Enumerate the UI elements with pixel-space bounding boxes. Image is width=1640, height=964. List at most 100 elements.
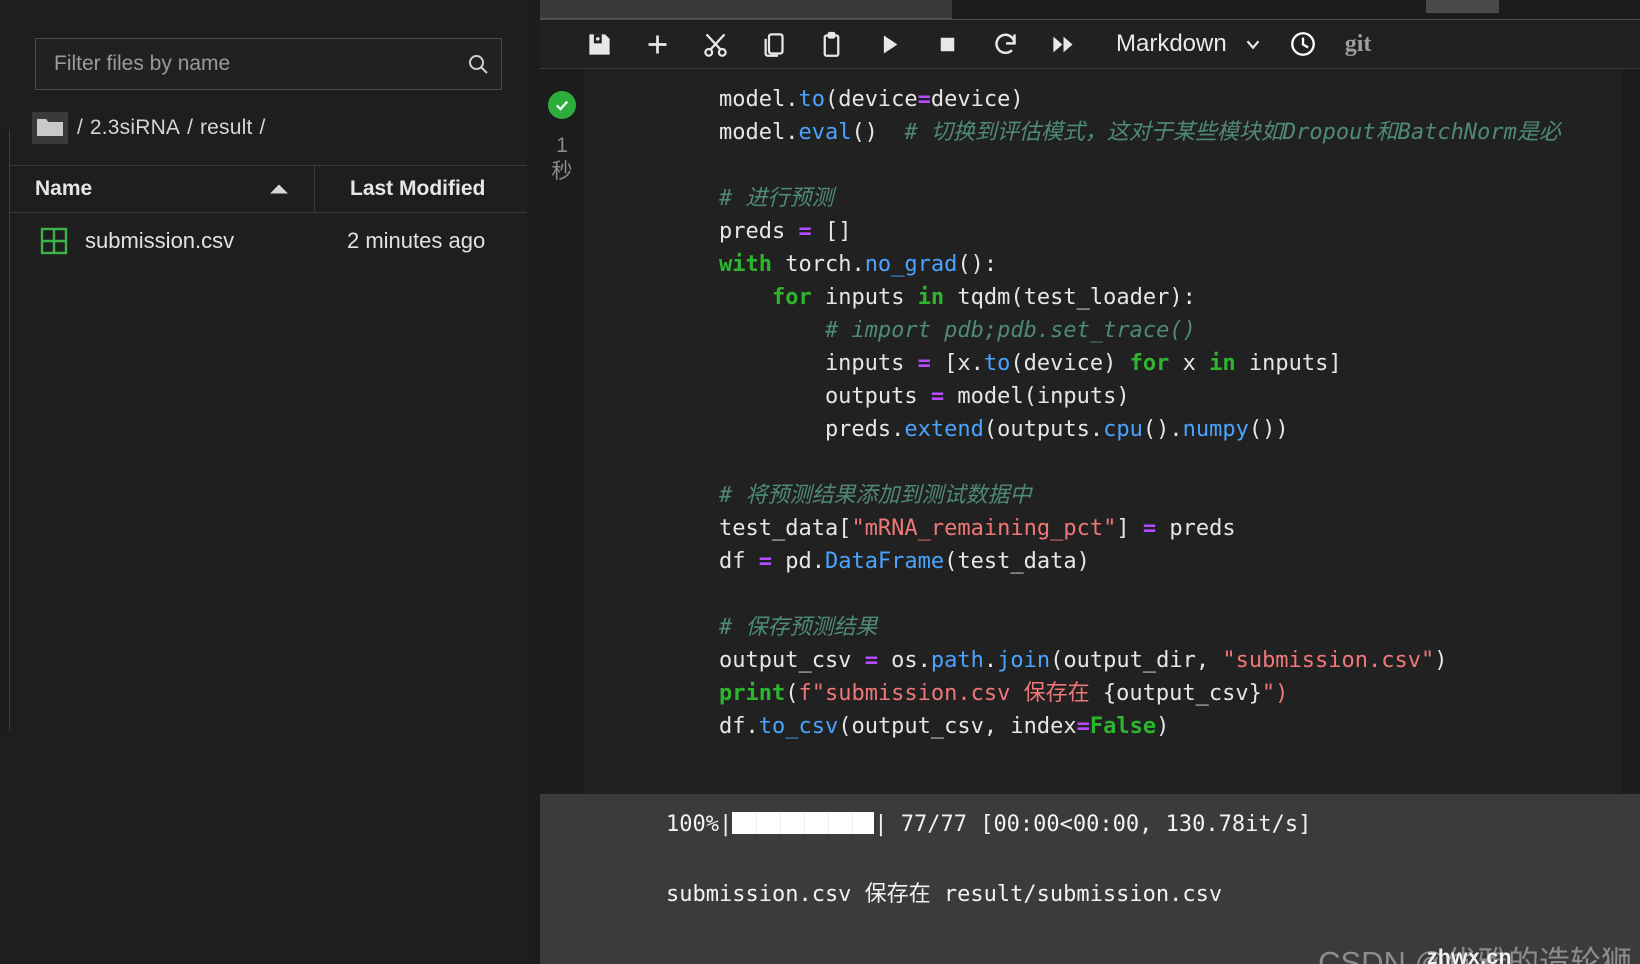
code-token: =: [1142, 516, 1157, 541]
code-token: (): [851, 120, 905, 145]
column-header-last-modified[interactable]: Last Modified: [315, 166, 527, 212]
code-token: {output_csv}: [1089, 681, 1262, 706]
code-token: preds: [666, 219, 799, 244]
file-modified-label: 2 minutes ago: [347, 228, 486, 253]
progress-suffix: | 77/77 [00:00<00:00, 130.78it/s]: [874, 812, 1312, 837]
code-token: join: [997, 648, 1051, 673]
code-token: to: [983, 351, 1011, 376]
chevron-down-icon[interactable]: [1231, 20, 1275, 69]
code-cell: 1 秒 model.to(device=device) model.eval()…: [540, 69, 1640, 794]
tab-fragment-left[interactable]: [540, 0, 952, 19]
code-token: (output_csv, index: [838, 714, 1077, 739]
add-cell-icon[interactable]: [628, 20, 686, 69]
git-label[interactable]: git: [1331, 20, 1372, 69]
code-token: []: [811, 219, 852, 244]
code-token: =: [864, 648, 878, 673]
clock-icon[interactable]: [1275, 20, 1331, 69]
breadcrumb-sep-0: /: [77, 116, 83, 139]
restart-icon[interactable]: [976, 20, 1034, 69]
cell-output: 100%| | 77/77 [00:00<00:00, 130.78it/s] s…: [540, 794, 1640, 964]
code-token: "mRNA_remaining_pct": [851, 516, 1117, 541]
breadcrumb-segment-0[interactable]: 2.3siRNA: [90, 116, 180, 140]
code-token: ]: [1116, 516, 1143, 541]
notebook-toolbar: Markdown git: [540, 20, 1640, 69]
code-token: ().: [1142, 417, 1183, 442]
code-token: =: [917, 351, 931, 376]
code-token: DataFrame: [824, 549, 945, 574]
code-token: inputs: [666, 351, 918, 376]
filter-files-input[interactable]: [36, 52, 455, 76]
stop-icon[interactable]: [918, 20, 976, 69]
app-root: ▾ / 2.3siRNA / result / Name: [0, 0, 1640, 964]
cut-icon[interactable]: [686, 20, 744, 69]
search-icon[interactable]: [455, 52, 501, 76]
progress-output-line: 100%| | 77/77 [00:00<00:00, 130.78it/s]: [540, 808, 1311, 842]
file-browser-sidebar: / 2.3siRNA / result / Name Last Modified: [0, 0, 527, 964]
code-token: tqdm(test_loader):: [944, 285, 1196, 310]
caret-up-icon[interactable]: [270, 184, 288, 194]
code-token: os.: [877, 648, 931, 673]
cell-execution-time-unit: 秒: [551, 160, 573, 184]
csv-file-icon: [40, 227, 68, 255]
cell-gutter: 1 秒: [540, 69, 584, 794]
code-token: df: [666, 549, 759, 574]
column-header-last-modified-label: Last Modified: [350, 177, 486, 200]
progress-prefix: 100%|: [666, 812, 733, 837]
code-token: =: [930, 384, 945, 409]
file-filter-box[interactable]: [35, 38, 502, 90]
code-token: df.: [666, 714, 759, 739]
code-token: test_data[: [666, 516, 852, 541]
code-token: to: [798, 87, 825, 112]
column-header-name-label: Name: [35, 177, 93, 200]
code-token: in: [1209, 351, 1236, 376]
copy-icon[interactable]: [744, 20, 802, 69]
tab-fragment-right[interactable]: [1426, 0, 1499, 13]
code-token: "submission.csv": [1222, 648, 1435, 673]
run-icon[interactable]: [860, 20, 918, 69]
sidebar-left-edge: [0, 130, 10, 730]
file-name-label: submission.csv: [85, 228, 235, 253]
breadcrumb-segment-1[interactable]: result: [200, 116, 253, 140]
code-token: torch.: [771, 252, 865, 277]
code-token: to_csv: [758, 714, 839, 739]
code-editor-text[interactable]: model.to(device=device) model.eval() # 切…: [584, 83, 1622, 743]
fast-forward-icon[interactable]: [1034, 20, 1092, 69]
file-list-item[interactable]: submission.csv 2 minutes ago: [10, 214, 527, 268]
code-token: (test_data): [944, 549, 1090, 574]
save-icon[interactable]: [540, 20, 628, 69]
code-token: (: [785, 681, 799, 706]
code-token: model.: [666, 87, 799, 112]
code-token: # 进行预测: [718, 186, 834, 211]
code-token: inputs]: [1235, 351, 1342, 376]
code-editor[interactable]: model.to(device=device) model.eval() # 切…: [584, 69, 1622, 794]
code-token: 保存在: [1023, 681, 1090, 706]
code-token: no_grad: [864, 252, 958, 277]
folder-icon[interactable]: [32, 112, 68, 144]
code-token: print: [718, 681, 786, 706]
code-token: eval: [798, 120, 852, 145]
code-token: path: [930, 648, 984, 673]
code-token: (device: [824, 87, 918, 112]
paste-icon[interactable]: [802, 20, 860, 69]
cell-execution-time: 1 秒: [552, 133, 573, 186]
code-token: ): [1434, 648, 1448, 673]
check-circle-icon: [548, 91, 576, 119]
breadcrumb-sep-2: /: [259, 116, 266, 139]
kernel-select[interactable]: Markdown: [1092, 20, 1231, 69]
code-token: for: [1129, 351, 1170, 376]
code-token: =: [798, 219, 812, 244]
breadcrumb-sep-1: /: [187, 116, 193, 139]
result-output-line: submission.csv 保存在 result/submission.csv: [666, 882, 1223, 907]
code-token: # 保存预测结果: [718, 615, 878, 640]
cell-execution-time-value: 1: [556, 134, 568, 157]
column-header-name[interactable]: Name: [10, 166, 315, 212]
code-token: =: [758, 549, 772, 574]
code-token: ): [1156, 714, 1170, 739]
code-token: output_csv: [666, 648, 865, 673]
code-token: [x.: [930, 351, 984, 376]
